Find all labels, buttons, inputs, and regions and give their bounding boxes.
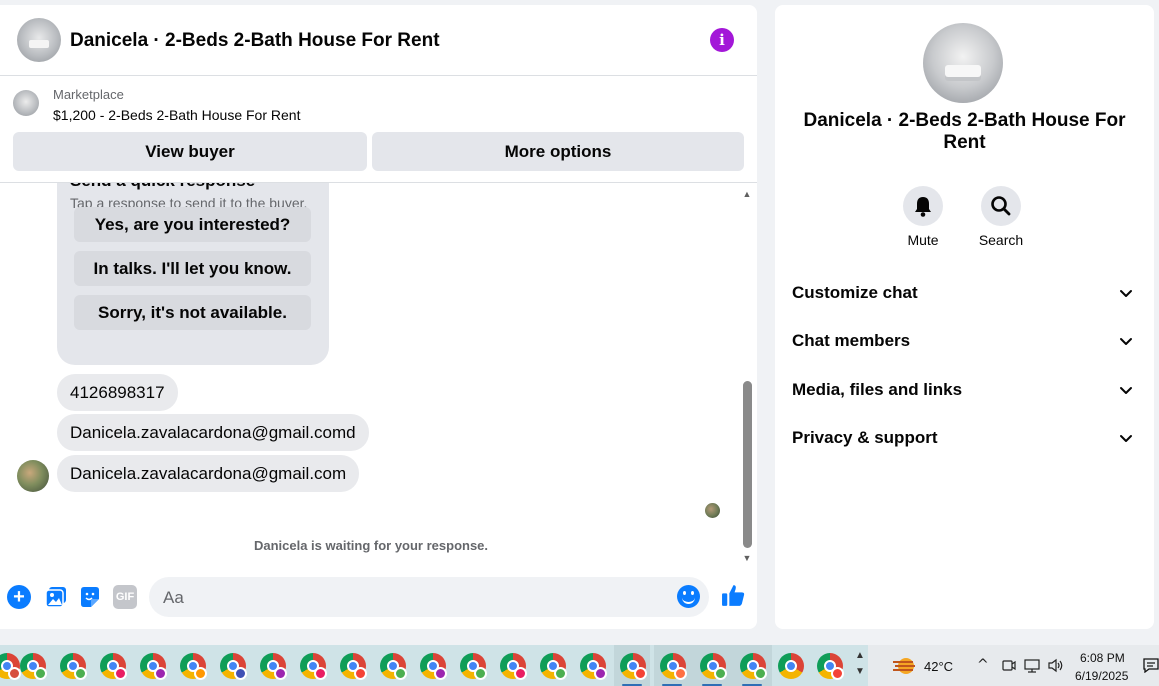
chrome-profile-icon[interactable] [500,653,527,680]
listing-avatar[interactable] [17,18,61,62]
plus-icon[interactable]: + [7,585,31,609]
chrome-profile-icon[interactable] [340,653,367,680]
message-input[interactable]: Aa [149,577,709,617]
info-icon[interactable]: i [710,28,734,52]
windows-taskbar: ▲ ▼ 42°C ^ 6:08 PM 6/19/2025 [0,645,1159,686]
chevron-up-icon[interactable]: ^ [977,657,989,673]
scrollbar-thumb[interactable] [743,381,752,548]
mute-label: Mute [907,232,939,248]
temperature[interactable]: 42°C [924,659,953,674]
emoji-icon[interactable] [677,585,700,608]
chrome-profile-icon[interactable] [460,653,487,680]
marketplace-label: Marketplace [53,87,124,102]
listing-thumbnail[interactable] [13,90,39,116]
message-input-placeholder: Aa [163,588,184,607]
section-customize-chat[interactable]: Customize chat [775,273,1154,313]
volume-icon[interactable] [1047,658,1065,673]
chrome-profile-icon[interactable] [100,653,127,680]
conversation-name: Danicela · 2-Beds 2-Bath House For Rent [803,110,1126,153]
chrome-profile-icon[interactable] [380,653,407,680]
meet-now-icon[interactable] [1001,658,1016,673]
chrome-profile-icon[interactable] [620,653,647,680]
chrome-profile-icon[interactable] [0,653,21,680]
gif-icon[interactable]: GIF [113,585,137,609]
taskbar-scroll-arrows[interactable]: ▲ ▼ [852,648,868,684]
search-icon[interactable] [981,186,1021,226]
message-bubble[interactable]: 4126898317 [57,374,178,411]
scroll-up-arrow-icon[interactable]: ▲ [741,188,753,200]
thumbs-up-icon[interactable] [721,583,746,608]
section-label: Customize chat [792,283,918,302]
listing-title[interactable]: $1,200 - 2-Beds 2-Bath House For Rent [53,107,300,123]
chrome-profile-icon[interactable] [540,653,567,680]
message-bubble[interactable]: Danicela.zavalacardona@gmail.com [57,455,360,492]
chrome-profile-icon[interactable] [300,653,327,680]
chevron-down-icon [1120,435,1132,442]
photo-icon[interactable] [44,585,68,609]
marketplace-listing-bar: Marketplace $1,200 - 2-Beds 2-Bath House… [0,77,757,183]
more-options-button[interactable]: More options [372,132,744,171]
quick-response-card: Send a quick response Tap a response to … [57,183,329,365]
message-composer: + GIF Aa [0,574,757,628]
notification-icon[interactable] [1143,658,1159,673]
waiting-status: Danicela is waiting for your response. [253,538,489,553]
sticker-icon[interactable] [78,585,102,609]
network-icon[interactable] [1024,658,1040,673]
bell-icon[interactable] [903,186,943,226]
quick-response-in-talks-button[interactable]: In talks. I'll let you know. [74,251,311,286]
weather-hazy-sun-icon[interactable] [891,656,917,676]
chevron-down-icon [1120,290,1132,297]
chrome-profile-icon[interactable] [740,653,767,680]
clock-time[interactable]: 6:08 PM [1080,651,1125,665]
scroll-down-arrow-icon[interactable]: ▼ [741,552,753,564]
chrome-profile-icon[interactable] [260,653,287,680]
chrome-profile-icon[interactable] [60,653,87,680]
quick-response-not-available-button[interactable]: Sorry, it's not available. [74,295,311,330]
section-label: Privacy & support [792,428,938,447]
chat-title[interactable]: Danicela · 2-Beds 2-Bath House For Rent [70,30,440,52]
section-media-files-links[interactable]: Media, files and links [775,370,1154,410]
chrome-profile-icon[interactable] [700,653,727,680]
chrome-profile-icon[interactable] [420,653,447,680]
quick-response-title: Send a quick response [70,183,255,191]
chrome-profile-icon[interactable] [180,653,207,680]
message-bubble[interactable]: Danicela.zavalacardona@gmail.comd [57,414,369,451]
conversation-info-panel: Danicela · 2-Beds 2-Bath House For Rent … [775,5,1154,629]
chrome-profile-icon[interactable] [817,653,844,680]
search-button[interactable]: Search [966,186,1036,248]
read-receipt-avatar [705,503,720,518]
sender-avatar[interactable] [17,460,49,492]
mute-button[interactable]: Mute [888,186,958,248]
conversation-avatar[interactable] [923,23,1003,103]
quick-response-yes-button[interactable]: Yes, are you interested? [74,207,311,242]
search-label: Search [978,232,1024,248]
chrome-profile-icon[interactable] [580,653,607,680]
message-list[interactable]: Send a quick response Tap a response to … [0,183,757,569]
clock-date[interactable]: 6/19/2025 [1075,669,1128,683]
section-chat-members[interactable]: Chat members [775,321,1154,361]
section-privacy-support[interactable]: Privacy & support [775,418,1154,458]
chrome-icon[interactable] [778,653,804,679]
chat-panel: Danicela · 2-Beds 2-Bath House For Rent … [0,5,757,629]
section-label: Media, files and links [792,380,963,399]
chrome-profile-icon[interactable] [140,653,167,680]
chat-header: Danicela · 2-Beds 2-Bath House For Rent … [0,5,757,76]
chrome-profile-icon[interactable] [660,653,687,680]
chrome-profile-icon[interactable] [220,653,247,680]
view-buyer-button[interactable]: View buyer [13,132,367,171]
chrome-profile-icon[interactable] [20,653,47,680]
chevron-down-icon [1120,387,1132,394]
section-label: Chat members [792,331,911,350]
chevron-down-icon [1120,338,1132,345]
